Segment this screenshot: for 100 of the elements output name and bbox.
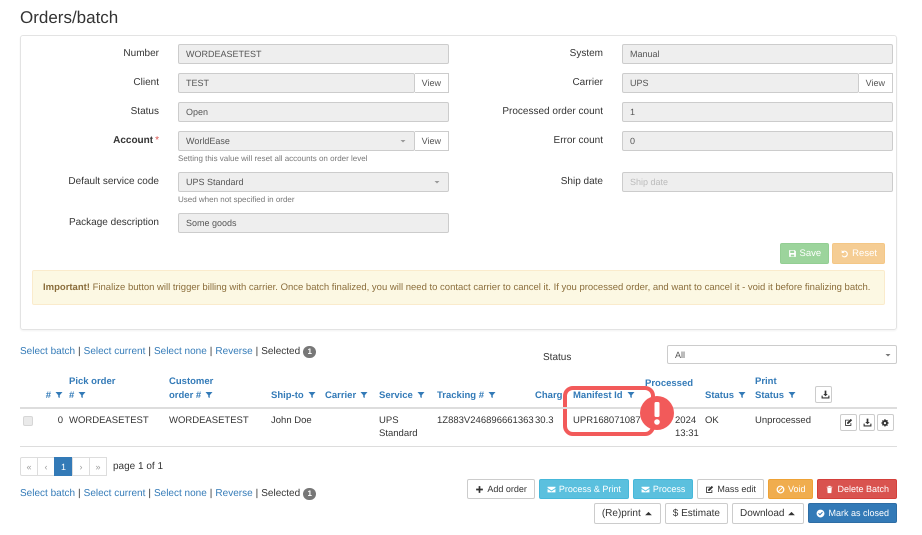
table-cell: 2024 13:31 xyxy=(675,415,699,439)
column-header[interactable]: Ship-to xyxy=(271,389,316,403)
edit-button[interactable] xyxy=(840,414,857,431)
download-icon xyxy=(821,390,830,399)
warning-icon xyxy=(640,396,674,430)
help-text: Setting this value will reset all accounts on order level xyxy=(178,154,368,163)
select-link[interactable]: Select none xyxy=(154,487,207,500)
select-link[interactable]: Select current xyxy=(84,345,146,358)
count-badge: 1 xyxy=(303,488,316,500)
select-field[interactable]: WorldEase xyxy=(178,131,415,151)
page-link[interactable]: ‹ xyxy=(37,457,55,476)
column-header[interactable]: Carrier xyxy=(325,389,368,403)
select-link[interactable]: Reverse xyxy=(215,345,253,358)
action-button[interactable]: Add order xyxy=(467,479,535,499)
action-button[interactable]: Delete Batch xyxy=(817,479,897,499)
gear-icon xyxy=(881,418,890,427)
column-header[interactable]: Status xyxy=(705,389,746,403)
select-link[interactable]: Select batch xyxy=(20,345,76,358)
column-header[interactable]: Processed xyxy=(645,377,694,391)
table-cell: WORDEASETEST xyxy=(169,415,249,426)
field-label: Default service code xyxy=(67,175,159,189)
separator-text: | xyxy=(78,487,81,500)
page-link[interactable]: › xyxy=(72,457,90,476)
select-link[interactable]: Select none xyxy=(154,345,207,358)
trash-icon xyxy=(825,484,834,494)
column-header[interactable]: Manifest Id xyxy=(573,389,635,403)
settings-button[interactable] xyxy=(877,414,894,431)
alert-message: Important! Finalize button will trigger billing with carrier. Once batch finalized, you will need to contact carrier to cancel it. If you processed order, and want to cancel it - void it before finalizing batch. xyxy=(32,270,885,305)
selected-label: Selected xyxy=(261,345,300,358)
field-label: Client xyxy=(132,76,159,90)
separator-text: | xyxy=(148,345,151,358)
input-field[interactable]: Open xyxy=(178,102,449,122)
page-link[interactable]: 1 xyxy=(54,457,73,476)
dropdown-caret-icon xyxy=(433,178,441,186)
table-cell: 30.3 xyxy=(535,415,554,426)
table-cell: WORDEASETEST xyxy=(69,415,149,426)
view-button[interactable]: View xyxy=(858,73,893,93)
action-button[interactable]: Mass edit xyxy=(697,479,764,499)
separator-text: | xyxy=(78,345,81,358)
field-label: Processed order count xyxy=(501,105,603,119)
status-select[interactable]: All xyxy=(667,345,897,364)
field-label: Ship date xyxy=(560,175,603,189)
column-header[interactable]: Print Status xyxy=(755,375,797,403)
field-label: Status xyxy=(130,105,159,119)
ban-icon xyxy=(776,484,785,494)
input-field[interactable]: Some goods xyxy=(178,213,449,233)
input-field[interactable]: 0 xyxy=(622,131,893,151)
dropdown-button[interactable]: Download xyxy=(732,503,804,524)
view-button[interactable]: View xyxy=(414,73,449,93)
table-cell: UPR168071087 xyxy=(573,415,641,426)
caret-icon xyxy=(787,509,796,518)
save-icon xyxy=(788,249,797,258)
filter-label: Status xyxy=(543,350,572,362)
envelope-icon xyxy=(640,484,650,494)
input-field[interactable]: UPS xyxy=(622,73,859,93)
page-link[interactable]: » xyxy=(89,457,107,476)
download-button[interactable] xyxy=(858,414,876,431)
dropdown-caret-icon xyxy=(398,137,407,145)
field-label: Carrier xyxy=(571,76,603,90)
table-cell: 0 xyxy=(58,415,63,426)
field-label: Package description xyxy=(68,216,159,230)
column-header[interactable]: Pick order # xyxy=(69,375,117,403)
input-field[interactable]: 1 xyxy=(622,102,893,122)
select-link[interactable]: Select batch xyxy=(20,487,76,500)
field-label: Account * xyxy=(112,134,159,148)
table-cell: Unprocessed xyxy=(755,415,811,426)
separator-text: | xyxy=(148,487,151,500)
column-header[interactable]: Service xyxy=(379,389,425,403)
page-title: Orders/batch xyxy=(20,7,118,29)
table-cell: 1Z883V246896661363 xyxy=(437,415,534,426)
separator-text: | xyxy=(210,487,212,500)
input-field[interactable]: TEST xyxy=(178,73,415,93)
column-header[interactable]: Customer order # xyxy=(169,375,231,403)
action-button[interactable]: Mark as closed xyxy=(808,503,897,523)
help-text: Used when not specified in order xyxy=(178,195,296,204)
column-header[interactable]: # xyxy=(46,389,63,403)
column-header[interactable]: Tracking # xyxy=(437,389,496,403)
select-field[interactable]: UPS Standard xyxy=(178,172,449,192)
page-link[interactable]: « xyxy=(20,457,38,476)
selected-label: Selected xyxy=(261,487,300,500)
view-button[interactable]: View xyxy=(414,131,449,151)
dropdown-button[interactable]: (Re)print xyxy=(594,503,661,524)
count-badge: 1 xyxy=(303,346,316,358)
envelope-icon xyxy=(546,484,556,494)
download-icon xyxy=(862,418,872,427)
separator-text: | xyxy=(256,487,258,500)
input-field[interactable]: WORDEASETEST xyxy=(178,44,449,64)
download-button[interactable] xyxy=(815,386,832,403)
edit-icon xyxy=(844,418,853,427)
table-cell: OK xyxy=(705,415,719,426)
select-link[interactable]: Select current xyxy=(84,487,146,500)
field-label: System xyxy=(568,47,603,61)
input-field[interactable]: Manual xyxy=(622,44,893,64)
column-header[interactable]: Charg xyxy=(535,389,562,403)
table-cell: UPS Standard xyxy=(379,415,418,439)
action-button[interactable]: $ Estimate xyxy=(664,503,728,524)
select-link[interactable]: Reverse xyxy=(215,487,253,500)
edit-icon xyxy=(705,484,714,494)
table-cell: John Doe xyxy=(271,415,312,426)
plus-icon xyxy=(475,484,484,494)
